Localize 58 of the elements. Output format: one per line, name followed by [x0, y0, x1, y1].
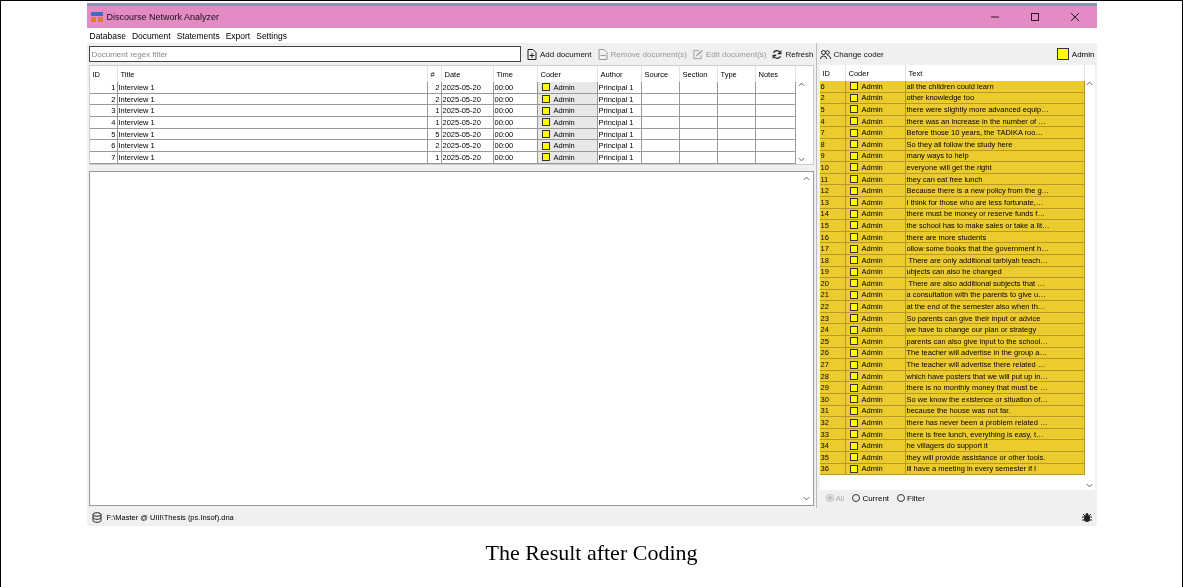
edit-document-icon	[693, 48, 703, 60]
empty-cell	[717, 140, 756, 153]
scroll-up-icon[interactable]	[1086, 81, 1093, 86]
empty-cell	[641, 128, 680, 141]
empty-cell	[755, 140, 796, 153]
maximize-icon[interactable]	[1029, 12, 1040, 22]
window-title: Discourse Network Analyzer	[106, 12, 221, 22]
empty-cell	[641, 152, 680, 164]
close-icon[interactable]	[1069, 12, 1080, 22]
people-icon	[819, 48, 831, 60]
empty-cell	[717, 117, 756, 129]
filter-radio[interactable]: Filter	[897, 493, 925, 503]
empty-cell	[679, 152, 718, 164]
empty-cell	[755, 105, 796, 118]
empty-cell	[641, 117, 680, 129]
empty-cell	[755, 117, 796, 129]
empty-cell	[755, 152, 796, 164]
toolbar-button[interactable]: Add document	[526, 48, 592, 60]
bug-icon[interactable]	[1081, 511, 1092, 523]
empty-cell	[641, 82, 680, 94]
empty-cell	[717, 82, 756, 94]
menu-item[interactable]: Document	[131, 30, 171, 41]
empty-cell	[679, 93, 718, 106]
scroll-up-icon[interactable]	[798, 82, 805, 87]
scroll-down-icon[interactable]	[798, 156, 805, 162]
menu-item[interactable]: Export	[225, 30, 251, 41]
filter-radio[interactable]: Current	[852, 493, 890, 503]
menu-item[interactable]: Database	[89, 30, 126, 41]
change-coder-button[interactable]: Change coder	[819, 48, 884, 60]
empty-cell	[641, 140, 680, 153]
figure-caption: The Result after Coding	[485, 540, 698, 566]
scroll-up-icon[interactable]	[803, 175, 810, 181]
empty-cell	[679, 128, 718, 141]
empty-cell	[717, 105, 756, 118]
empty-cell	[641, 93, 680, 106]
empty-cell	[755, 93, 796, 106]
empty-cell	[717, 128, 756, 141]
empty-cell	[679, 140, 718, 153]
empty-cell	[679, 82, 718, 94]
empty-cell	[755, 82, 796, 94]
document-filter-field[interactable]: Document regex filter	[88, 46, 521, 62]
refresh-icon	[772, 48, 783, 60]
remove-document-icon	[597, 48, 608, 60]
menu-item[interactable]: Settings	[256, 30, 287, 41]
empty-cell	[641, 105, 680, 118]
scroll-down-icon[interactable]	[1086, 483, 1093, 488]
scroll-down-icon[interactable]	[803, 496, 810, 501]
current-coder: Admin	[1071, 49, 1095, 59]
database-icon	[91, 511, 102, 523]
empty-cell	[679, 105, 718, 118]
empty-cell	[717, 93, 756, 106]
empty-cell	[679, 117, 718, 129]
add-document-icon	[526, 48, 537, 60]
empty-cell	[717, 152, 756, 164]
app-logo-icon	[90, 12, 103, 22]
menu-item[interactable]: Statements	[176, 30, 220, 41]
toolbar-button[interactable]: Refresh	[772, 48, 814, 60]
empty-cell	[755, 128, 796, 141]
